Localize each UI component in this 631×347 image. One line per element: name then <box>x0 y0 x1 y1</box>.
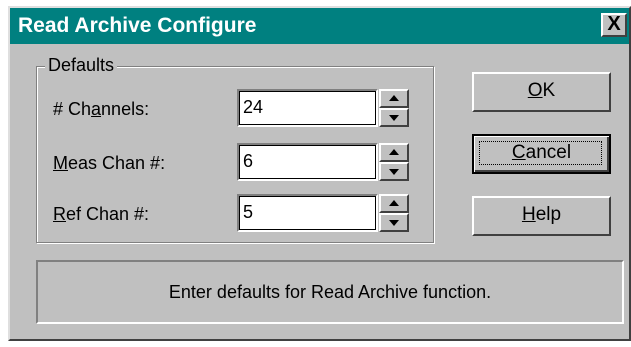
channels-label: # Channels: <box>53 99 150 119</box>
meas-chan-input[interactable]: 6 <box>237 143 378 181</box>
channels-spin-down-button[interactable] <box>379 108 409 127</box>
ref-chan-input[interactable]: 5 <box>237 194 378 232</box>
window-title: Read Archive Configure <box>18 14 257 37</box>
meas-chan-label: Meas Chan #: <box>53 153 166 173</box>
ref-chan-spinner <box>379 194 409 232</box>
defaults-groupbox: Defaults # Channels: 24 Meas Chan #: 6 R… <box>36 55 434 243</box>
cancel-button[interactable]: Cancel <box>472 134 611 174</box>
arrow-up-icon <box>389 200 399 206</box>
meas-chan-spinner <box>379 143 409 181</box>
close-icon[interactable]: X <box>601 13 627 37</box>
arrow-down-icon <box>389 169 399 175</box>
help-button[interactable]: Help <box>472 196 611 236</box>
meas-chan-spin-up-button[interactable] <box>379 143 409 162</box>
ref-chan-spin-down-button[interactable] <box>379 213 409 232</box>
title-bar[interactable]: Read Archive Configure X <box>10 8 629 44</box>
ref-chan-spin-up-button[interactable] <box>379 194 409 213</box>
channels-spinner <box>379 89 409 127</box>
channels-spin-up-button[interactable] <box>379 89 409 108</box>
arrow-up-icon <box>389 95 399 101</box>
ref-chan-row: Ref Chan #: 5 <box>37 194 433 232</box>
ok-button[interactable]: OK <box>472 72 611 112</box>
arrow-up-icon <box>389 149 399 155</box>
channels-input[interactable]: 24 <box>237 89 378 127</box>
focus-rectangle <box>479 141 602 165</box>
defaults-group-label: Defaults <box>45 55 118 76</box>
meas-chan-row: Meas Chan #: 6 <box>37 143 433 181</box>
meas-chan-spin-down-button[interactable] <box>379 162 409 181</box>
channels-row: # Channels: 24 <box>37 89 433 127</box>
ref-chan-label: Ref Chan #: <box>53 204 150 224</box>
status-message: Enter defaults for Read Archive function… <box>36 260 624 324</box>
read-archive-configure-dialog: Read Archive Configure X Defaults # Chan… <box>8 6 631 341</box>
arrow-down-icon <box>389 220 399 226</box>
arrow-down-icon <box>389 115 399 121</box>
